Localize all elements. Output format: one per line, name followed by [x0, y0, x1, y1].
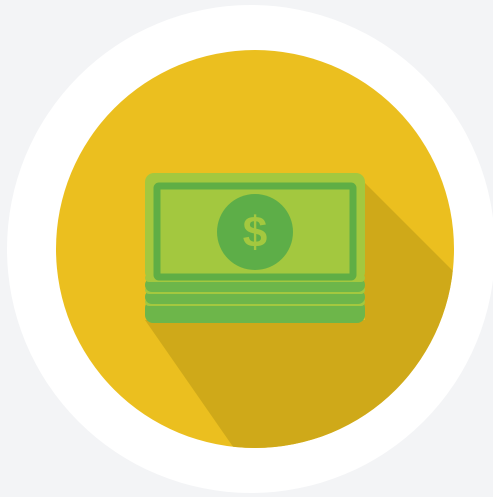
money-icon-badge: $: [0, 0, 493, 497]
bill-stack: $: [145, 173, 365, 323]
dollar-symbol: $: [243, 208, 267, 257]
money-stack-icon: $: [7, 5, 493, 493]
